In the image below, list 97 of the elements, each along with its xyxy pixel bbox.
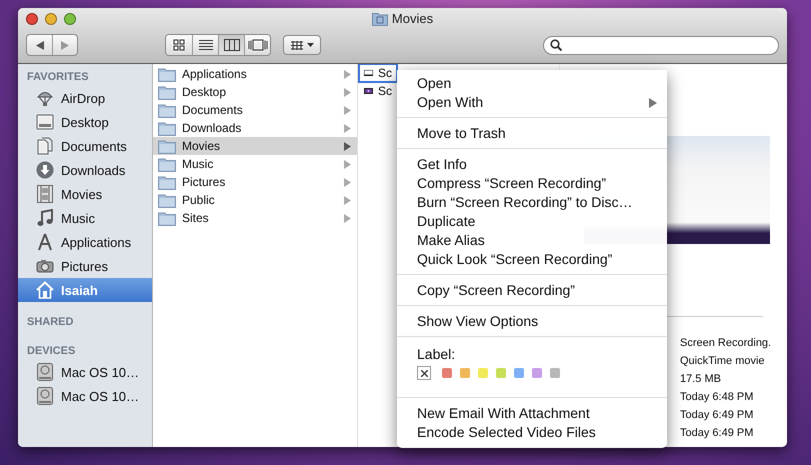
submenu-arrow-icon (649, 98, 657, 108)
info-value: 17.5 MB (680, 372, 722, 387)
folder-icon (372, 12, 388, 26)
folder-row[interactable]: Applications (153, 65, 357, 83)
menu-item[interactable]: Duplicate (397, 212, 667, 231)
label-color-swatch[interactable] (550, 368, 560, 378)
folder-row[interactable]: Sites (153, 209, 357, 227)
minimize-button[interactable] (45, 13, 57, 25)
file-row[interactable]: Sc (360, 65, 396, 81)
menu-item[interactable]: Burn “Screen Recording” to Disc… (397, 193, 667, 212)
info-value: Today 6:49 PM (680, 408, 754, 423)
folder-icon (158, 102, 176, 118)
columns-icon (224, 39, 240, 51)
view-mode-button[interactable] (218, 35, 244, 55)
arrange-button[interactable] (283, 35, 321, 55)
view-mode-button[interactable] (166, 35, 192, 55)
search-field[interactable] (543, 36, 779, 54)
folder-icon (158, 174, 176, 190)
sidebar-item[interactable]: Mac OS 10… (18, 360, 152, 384)
sidebar-heading: SHARED (26, 315, 74, 330)
folder-icon (158, 120, 176, 136)
sidebar-item[interactable]: Documents (18, 134, 152, 158)
sidebar-heading: DEVICES (26, 344, 76, 359)
folder-icon (158, 66, 176, 82)
menu-item[interactable]: Compress “Screen Recording” (397, 174, 667, 193)
sidebar-item[interactable]: Mac OS 10… (18, 384, 152, 408)
menu-item[interactable]: Copy “Screen Recording” (397, 281, 667, 300)
label-color-swatch[interactable] (478, 368, 488, 378)
file-row[interactable]: Sc (360, 83, 396, 99)
sidebar-item[interactable]: Movies (18, 182, 152, 206)
view-mode-button[interactable] (244, 35, 270, 55)
folder-row[interactable]: Music (153, 155, 357, 173)
view-mode-control[interactable] (165, 34, 271, 56)
folder-icon (158, 210, 176, 226)
sidebar-item[interactable]: Isaiah (18, 278, 152, 302)
sidebar-item[interactable]: Desktop (18, 110, 152, 134)
grid-icon (173, 39, 185, 51)
camera-icon (36, 259, 54, 273)
forward-arrow-icon (61, 40, 69, 50)
sidebar-item[interactable]: Downloads (18, 158, 152, 182)
menu-item[interactable]: New Email With Attachment (397, 404, 667, 423)
folder-icon (158, 84, 176, 100)
label-color-swatch[interactable] (496, 368, 506, 378)
info-value: Today 6:48 PM (680, 390, 754, 405)
sidebar-item[interactable]: Applications (18, 230, 152, 254)
label-color-swatch[interactable] (514, 368, 524, 378)
movie-file-icon (364, 67, 373, 79)
cross-icon (420, 370, 428, 376)
menu-item[interactable]: Show View Options (397, 312, 667, 331)
label-color-swatch[interactable] (532, 368, 542, 378)
info-value: Today 6:49 PM (680, 426, 754, 441)
info-value: QuickTime movie (680, 354, 766, 369)
no-label-button[interactable] (417, 366, 431, 380)
list-icon (198, 39, 212, 51)
folder-row[interactable]: Desktop (153, 83, 357, 101)
display-icon (36, 114, 54, 130)
label-color-swatch[interactable] (442, 368, 452, 378)
movie-file-icon (364, 85, 373, 97)
folder-icon (158, 156, 176, 172)
folder-row[interactable]: Public (153, 191, 357, 209)
folder-row[interactable]: Documents (153, 101, 357, 119)
zoom-button[interactable] (64, 13, 76, 25)
menu-item-label: Open With (417, 93, 484, 112)
folder-row[interactable]: Downloads (153, 119, 357, 137)
close-button[interactable] (26, 13, 38, 25)
sidebar-item[interactable]: Pictures (18, 254, 152, 278)
music-note-icon (36, 209, 54, 227)
back-arrow-icon (36, 40, 44, 50)
document-icon (36, 137, 54, 155)
sidebar-heading: FAVORITES (26, 70, 90, 85)
app-store-icon (36, 233, 54, 251)
label-color-swatch[interactable] (460, 368, 470, 378)
menu-item[interactable]: Open With (397, 93, 667, 112)
folder-row[interactable]: Pictures (153, 173, 357, 191)
label-heading: Label: (417, 345, 456, 363)
folder-icon (158, 138, 176, 154)
download-icon (36, 161, 54, 179)
view-mode-button[interactable] (192, 35, 218, 55)
cover-flow-icon (248, 39, 268, 51)
caret-icon (306, 43, 314, 47)
info-value: Screen Recording. (680, 336, 772, 351)
menu-item[interactable]: Get Info (397, 155, 667, 174)
film-strip-icon (36, 185, 54, 203)
house-icon (36, 281, 54, 299)
sidebar-item[interactable]: Music (18, 206, 152, 230)
folder-icon (158, 192, 176, 208)
menu-item[interactable]: Encode Selected Video Files (397, 423, 667, 442)
menu-item[interactable]: Quick Look “Screen Recording” (397, 250, 667, 269)
sidebar-item[interactable]: AirDrop (18, 86, 152, 110)
folder-row[interactable]: Movies (153, 137, 357, 155)
search-icon (550, 39, 562, 51)
parachute-icon (36, 89, 54, 107)
menu-item[interactable]: Make Alias (397, 231, 667, 250)
menu-item[interactable]: Open (397, 74, 667, 93)
menu-item[interactable]: Move to Trash (397, 124, 667, 143)
window-title: Movies (392, 11, 434, 26)
grid-icon (290, 40, 302, 50)
